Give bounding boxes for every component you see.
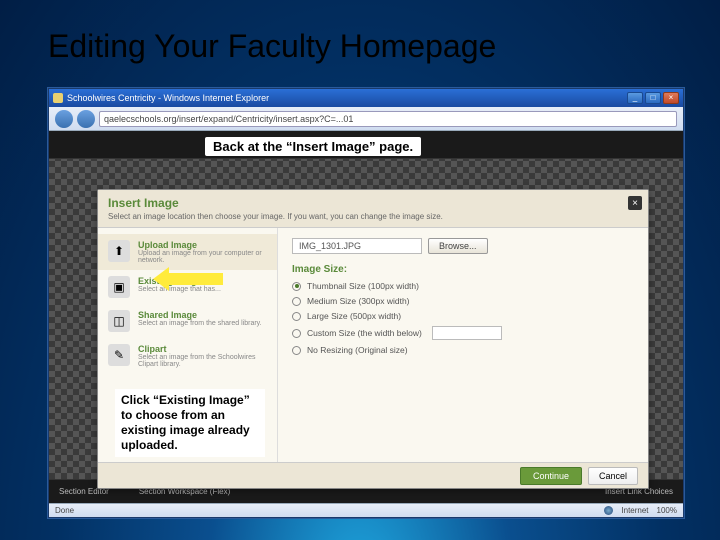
cancel-button[interactable]: Cancel bbox=[588, 467, 638, 485]
window-title: Schoolwires Centricity - Windows Interne… bbox=[67, 93, 627, 103]
window-close-button[interactable]: × bbox=[663, 92, 679, 104]
image-size-label: Image Size: bbox=[292, 264, 634, 275]
slide-title: Editing Your Faculty Homepage bbox=[0, 0, 720, 65]
option-sub: Select an image from the Schoolwires Cli… bbox=[138, 354, 267, 368]
address-bar[interactable]: qaelecschools.org/insert/expand/Centrici… bbox=[99, 111, 677, 127]
size-original[interactable]: No Resizing (Original size) bbox=[292, 345, 634, 355]
radio-icon bbox=[292, 312, 301, 321]
internet-zone-icon bbox=[604, 506, 613, 515]
option-label: Shared Image bbox=[138, 310, 262, 320]
annotation-box: Click “Existing Image” to choose from an… bbox=[115, 389, 265, 457]
annotation-arrow bbox=[153, 267, 223, 291]
dialog-title: Insert Image bbox=[108, 196, 638, 210]
shared-icon: ◫ bbox=[108, 310, 130, 332]
size-custom[interactable]: Custom Size (the width below) bbox=[292, 326, 634, 340]
radio-label: Medium Size (300px width) bbox=[307, 296, 410, 306]
option-label: Upload Image bbox=[138, 240, 267, 250]
image-icon: ▣ bbox=[108, 276, 130, 298]
page-content: Back at the “Insert Image” page. Insert … bbox=[49, 131, 683, 503]
option-shared-image[interactable]: ◫ Shared ImageSelect an image from the s… bbox=[98, 304, 277, 338]
window-titlebar: Schoolwires Centricity - Windows Interne… bbox=[49, 89, 683, 107]
browse-button[interactable]: Browse... bbox=[428, 238, 488, 254]
minimize-button[interactable]: _ bbox=[627, 92, 643, 104]
option-sub: Select an image from the shared library. bbox=[138, 320, 262, 327]
annotation-top: Back at the “Insert Image” page. bbox=[205, 137, 421, 156]
option-label: Clipart bbox=[138, 344, 267, 354]
continue-button[interactable]: Continue bbox=[520, 467, 582, 485]
dialog-footer: Continue Cancel bbox=[98, 462, 648, 488]
zone-label: Internet bbox=[621, 506, 648, 515]
size-large[interactable]: Large Size (500px width) bbox=[292, 311, 634, 321]
radio-icon bbox=[292, 282, 301, 291]
file-name-field[interactable]: IMG_1301.JPG bbox=[292, 238, 422, 254]
maximize-button[interactable]: □ bbox=[645, 92, 661, 104]
radio-icon bbox=[292, 346, 301, 355]
radio-label: Large Size (500px width) bbox=[307, 311, 401, 321]
dialog-close-button[interactable]: × bbox=[628, 196, 642, 210]
browser-statusbar: Done Internet 100% bbox=[49, 503, 683, 517]
browser-window: Schoolwires Centricity - Windows Interne… bbox=[48, 88, 684, 518]
radio-label: Thumbnail Size (100px width) bbox=[307, 281, 419, 291]
upload-panel: IMG_1301.JPG Browse... Image Size: Thumb… bbox=[278, 228, 648, 470]
radio-label: Custom Size (the width below) bbox=[307, 328, 422, 338]
custom-width-input[interactable] bbox=[432, 326, 502, 340]
dialog-subtitle: Select an image location then choose you… bbox=[108, 212, 638, 221]
status-text: Done bbox=[55, 506, 74, 515]
option-upload-image[interactable]: ⬆ Upload ImageUpload an image from your … bbox=[98, 234, 277, 270]
radio-icon bbox=[292, 297, 301, 306]
back-button[interactable] bbox=[55, 110, 73, 128]
favicon-icon bbox=[53, 93, 63, 103]
option-sub: Upload an image from your computer or ne… bbox=[138, 250, 267, 264]
radio-icon bbox=[292, 329, 301, 338]
radio-label: No Resizing (Original size) bbox=[307, 345, 408, 355]
clipart-icon: ✎ bbox=[108, 344, 130, 366]
size-thumbnail[interactable]: Thumbnail Size (100px width) bbox=[292, 281, 634, 291]
option-clipart[interactable]: ✎ ClipartSelect an image from the School… bbox=[98, 338, 277, 374]
dialog-header: Insert Image Select an image location th… bbox=[98, 190, 648, 228]
browser-toolbar: qaelecschools.org/insert/expand/Centrici… bbox=[49, 107, 683, 131]
forward-button[interactable] bbox=[77, 110, 95, 128]
zoom-label: 100% bbox=[657, 506, 677, 515]
upload-icon: ⬆ bbox=[108, 240, 130, 262]
size-medium[interactable]: Medium Size (300px width) bbox=[292, 296, 634, 306]
